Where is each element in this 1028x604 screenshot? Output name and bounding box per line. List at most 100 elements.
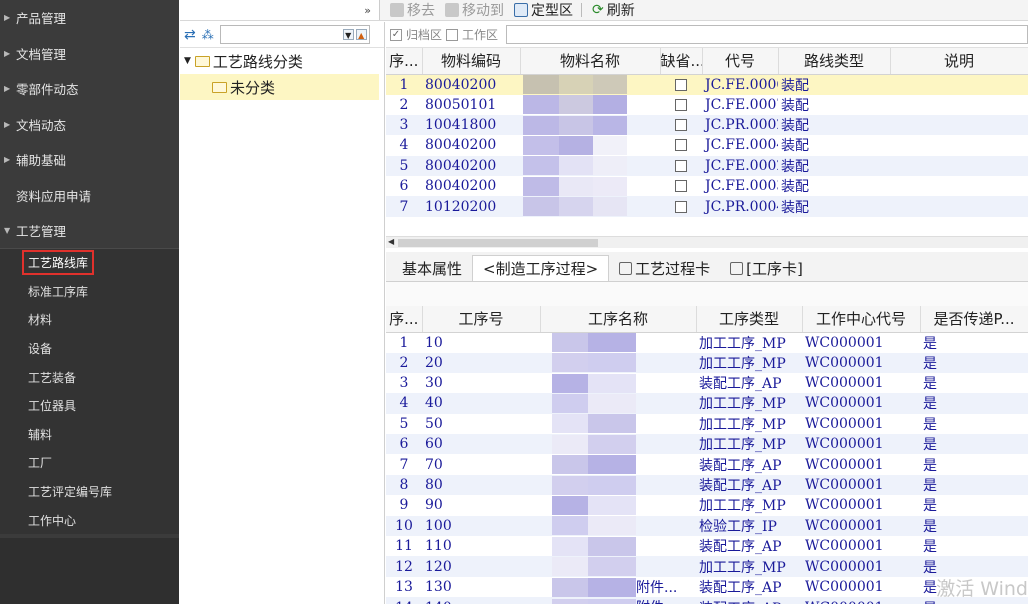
operation-name-redacted xyxy=(540,373,696,393)
nav-group-product[interactable]: ▶ 产品管理 xyxy=(0,0,179,36)
default-checkbox[interactable] xyxy=(660,95,702,115)
nav-sub-factory[interactable]: 工厂 xyxy=(0,448,179,478)
pass-flag: 是 xyxy=(923,376,937,393)
col-header[interactable]: 说明 xyxy=(890,48,1028,75)
table-row[interactable]: 6 60 加工工序_MP WC000001 是 xyxy=(386,434,1028,455)
nav-sub-material[interactable]: 材料 xyxy=(0,305,179,335)
col-header[interactable]: 物料编码 xyxy=(422,48,521,75)
col-header[interactable]: 序... xyxy=(386,306,423,333)
material-code: 80040200 xyxy=(425,178,497,195)
default-checkbox[interactable] xyxy=(660,74,702,95)
tree-node-root[interactable]: ▼ 工艺路线分类 xyxy=(180,48,384,74)
table-row[interactable]: 7 10120200 JC.PR.0004 装配 xyxy=(386,196,1028,217)
col-header[interactable]: 是否传递P... xyxy=(920,306,1028,333)
tab-operation-card[interactable]: [工序卡] xyxy=(720,255,813,281)
default-checkbox[interactable] xyxy=(660,114,702,136)
col-header[interactable]: 缺省... xyxy=(660,48,703,75)
nav-sub-equipment[interactable]: 设备 xyxy=(0,334,179,363)
table-row[interactable]: 9 90 加工工序_MP WC000001 是 xyxy=(386,495,1028,515)
col-header[interactable]: 路线类型 xyxy=(778,48,891,75)
material-code: 80040200 xyxy=(422,155,520,177)
table-row[interactable]: 5 50 加工工序_MP WC000001 是 xyxy=(386,414,1028,434)
table-row[interactable]: 10 100 检验工序_IP WC000001 是 xyxy=(386,515,1028,537)
route-type: 装配 xyxy=(778,74,890,95)
filter-input[interactable] xyxy=(506,25,1028,44)
nav-group-doc-dynamics[interactable]: ▶ 文档动态 xyxy=(0,107,179,143)
nav-sub-route-library[interactable]: 工艺路线库 xyxy=(0,248,179,278)
table-row[interactable]: 14140附件...装配工序_APWC000001是 xyxy=(386,597,1028,604)
default-checkbox[interactable] xyxy=(660,155,702,177)
col-header[interactable]: 序... xyxy=(386,48,423,75)
archive-checkbox[interactable]: ✓ xyxy=(390,28,402,41)
sync-icon[interactable]: ⇄ xyxy=(184,27,196,43)
table-row[interactable]: 12 120 加工工序_MP WC000001 是 xyxy=(386,556,1028,577)
search-up-icon[interactable]: ▲ xyxy=(355,29,367,40)
tab-basic-properties[interactable]: 基本属性 xyxy=(392,255,472,281)
description xyxy=(890,95,1028,115)
nav-sub-tooling[interactable]: 工艺装备 xyxy=(0,362,179,392)
nav-group-aux-base[interactable]: ▶ 辅助基础 xyxy=(0,142,179,178)
nav-sub-evaluation-no[interactable]: 工艺评定编号库 xyxy=(0,477,179,506)
nav-sub-work-center[interactable]: 工作中心 xyxy=(0,505,179,535)
default-checkbox[interactable] xyxy=(660,196,702,217)
col-header[interactable]: 物料名称 xyxy=(520,48,661,75)
nav-sub-standard-process[interactable]: 标准工序库 xyxy=(0,277,179,306)
horizontal-scrollbar[interactable]: ◀ xyxy=(386,236,1028,248)
expand-arrow-icon: ▶ xyxy=(4,13,11,23)
col-header[interactable]: 工序号 xyxy=(422,306,541,333)
nav-group-document[interactable]: ▶ 文档管理 xyxy=(0,36,179,72)
table-row[interactable]: 11 110 装配工序_AP WC000001 是 xyxy=(386,536,1028,556)
operation-type: 检验工序_IP xyxy=(696,515,802,537)
search-down-icon[interactable]: ▼ xyxy=(342,29,354,40)
work-center-code: WC000001 xyxy=(802,434,920,455)
col-header[interactable]: 工序类型 xyxy=(696,306,803,333)
default-checkbox[interactable] xyxy=(660,135,702,155)
redaction-block xyxy=(588,475,636,495)
tree-search-input[interactable]: ▼ ▲ xyxy=(219,25,370,44)
table-row[interactable]: 8 80 装配工序_AP WC000001 是 xyxy=(386,474,1028,496)
table-row[interactable]: 6 80040200 JC.FE.0003 装配 xyxy=(386,176,1028,196)
tree-structure-icon[interactable]: ⁂ xyxy=(202,28,214,42)
table-row[interactable]: 3 10041800 JC.PR.0002 装配 xyxy=(386,114,1028,136)
redaction-block xyxy=(552,598,588,604)
refresh-button[interactable]: ⟳ 刷新 xyxy=(592,0,635,20)
col-header[interactable]: 代号 xyxy=(702,48,779,75)
nav-group-process-mgmt[interactable]: ▼ 工艺管理 xyxy=(0,213,179,249)
table-row[interactable]: 4 40 加工工序_MP WC000001 是 xyxy=(386,393,1028,414)
col-header[interactable]: 工作中心代号 xyxy=(802,306,921,333)
tab-process-card[interactable]: 工艺过程卡 xyxy=(609,255,720,281)
material-code: 80040200 xyxy=(425,137,497,154)
default-checkbox[interactable] xyxy=(660,176,702,196)
pass-flag: 是 xyxy=(920,393,1028,414)
table-row[interactable]: 7 70 装配工序_AP WC000001 是 xyxy=(386,454,1028,475)
tab-manufacturing-process[interactable]: <制造工序过程> xyxy=(472,255,610,281)
table-row[interactable]: 2 20 加工工序_MP WC000001 是 xyxy=(386,352,1028,373)
table-row[interactable]: 3 30 装配工序_AP WC000001 是 xyxy=(386,373,1028,393)
scrollbar-thumb[interactable] xyxy=(398,239,598,247)
table-row[interactable]: 13 130 附件... 装配工序_AP WC000001 是 xyxy=(386,577,1028,598)
table-row[interactable]: 1 80040200 JC.FE.0006 装配 xyxy=(386,74,1028,95)
nav-group-part-dynamics[interactable]: ▶ 零部件动态 xyxy=(0,71,179,107)
nav-item-material-apply[interactable]: 资料应用申请 xyxy=(0,178,179,214)
move-out-button[interactable]: 移去 xyxy=(390,0,435,20)
operation-number: 80 xyxy=(422,474,540,496)
table-row[interactable]: 5 80040200 JC.FE.0002 装配 xyxy=(386,155,1028,177)
collapse-toolbar-icon[interactable]: » xyxy=(364,4,371,17)
table-row[interactable]: 2 80050101 JC.FE.0007 装配 xyxy=(386,95,1028,115)
redaction-block xyxy=(552,353,588,373)
move-to-button[interactable]: 移动到 xyxy=(445,0,504,20)
tree-collapse-icon[interactable]: ▼ xyxy=(184,56,191,66)
table-row[interactable]: 1 10 加工工序_MP WC000001 是 xyxy=(386,332,1028,353)
process-header-row: 序... 工序号 工序名称 工序类型 工作中心代号 是否传递P... xyxy=(386,306,1028,333)
route-type: 装配 xyxy=(781,138,809,155)
toolbar-collapse-area: » xyxy=(180,0,380,20)
redaction-block xyxy=(588,557,636,577)
fixed-area-button[interactable]: 定型区 xyxy=(514,0,573,20)
nav-sub-auxiliary[interactable]: 辅料 xyxy=(0,420,179,449)
work-checkbox[interactable] xyxy=(446,28,459,41)
tree-node-uncategorized[interactable]: 未分类 xyxy=(180,74,379,100)
col-header[interactable]: 工序名称 xyxy=(540,306,697,333)
table-row[interactable]: 4 80040200 JC.FE.0004 装配 xyxy=(386,135,1028,155)
scroll-left-icon[interactable]: ◀ xyxy=(388,237,394,246)
nav-sub-station-tools[interactable]: 工位器具 xyxy=(0,391,179,421)
